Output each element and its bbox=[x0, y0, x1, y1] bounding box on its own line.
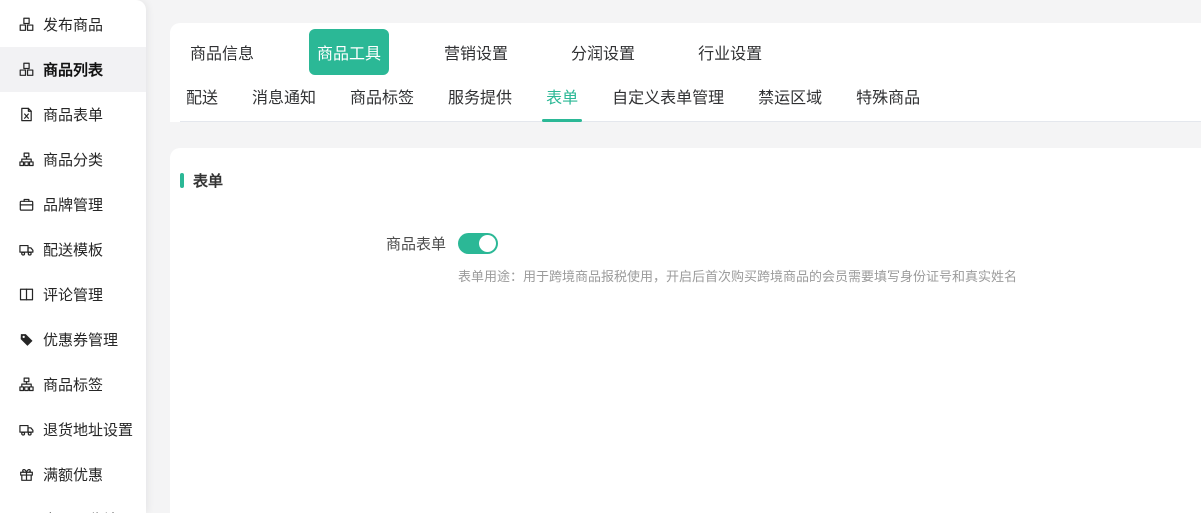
sidebar-item[interactable]: 商品标签 bbox=[0, 362, 146, 407]
sitemap-icon bbox=[18, 152, 34, 168]
sidebar: 发布商品 商品列表 商品表单 商品分类 品牌管理 配送模板 评论管理 bbox=[0, 0, 146, 513]
top-spacer bbox=[146, 0, 1201, 23]
secondary-tab-label: 服务提供 bbox=[448, 90, 512, 107]
primary-tab-label: 商品信息 bbox=[190, 46, 254, 63]
tabs-card: 商品信息 商品工具 营销设置 分润设置 行业设置 配送 消息通知 商品标签 bbox=[170, 23, 1201, 122]
secondary-tab-label: 自定义表单管理 bbox=[612, 90, 724, 107]
sidebar-item[interactable]: 配送模板 bbox=[0, 227, 146, 272]
sidebar-item-label: 商品表单 bbox=[43, 104, 103, 125]
secondary-tab[interactable]: 配送 bbox=[186, 75, 218, 121]
truck-icon bbox=[18, 422, 34, 438]
sidebar-item-label: 配送模板 bbox=[43, 239, 103, 260]
sidebar-item[interactable]: 发布商品 bbox=[0, 2, 146, 47]
cubes-icon bbox=[18, 17, 34, 33]
secondary-tab-label: 消息通知 bbox=[252, 90, 316, 107]
sidebar-item[interactable]: 退货地址设置 bbox=[0, 407, 146, 452]
primary-tab[interactable]: 商品工具 bbox=[309, 29, 389, 75]
sidebar-item-label: 商品标签 bbox=[43, 374, 103, 395]
primary-tab[interactable]: 商品信息 bbox=[182, 29, 262, 75]
secondary-tab-label: 商品标签 bbox=[350, 90, 414, 107]
sidebar-item-label: 品牌管理 bbox=[43, 194, 103, 215]
secondary-tab[interactable]: 自定义表单管理 bbox=[612, 75, 724, 121]
section-title-bar bbox=[180, 173, 184, 188]
primary-tab-label: 分润设置 bbox=[571, 46, 635, 63]
columns-icon bbox=[18, 287, 34, 303]
secondary-tab-label: 特殊商品 bbox=[856, 90, 920, 107]
main-area: 商品信息 商品工具 营销设置 分润设置 行业设置 配送 消息通知 商品标签 bbox=[146, 0, 1201, 513]
sidebar-item-label: 商品分类 bbox=[43, 149, 103, 170]
primary-tab[interactable]: 营销设置 bbox=[436, 29, 516, 75]
secondary-tab-label: 配送 bbox=[186, 90, 218, 107]
secondary-tab-label: 禁运区域 bbox=[758, 90, 822, 107]
file-excel-icon bbox=[18, 107, 34, 123]
truck-icon bbox=[18, 242, 34, 258]
sidebar-item-label: 发布商品 bbox=[43, 14, 103, 35]
sidebar-item-label: 商品列表 bbox=[43, 59, 103, 80]
secondary-tab[interactable]: 消息通知 bbox=[252, 75, 316, 121]
tag-icon bbox=[18, 332, 34, 348]
sidebar-item[interactable]: 商品表单 bbox=[0, 92, 146, 137]
toggle-knob bbox=[479, 235, 496, 252]
sidebar-item[interactable]: 满额优惠 bbox=[0, 452, 146, 497]
gift-icon bbox=[18, 467, 34, 483]
sidebar-item[interactable]: 商品分类 bbox=[0, 137, 146, 182]
secondary-tab[interactable]: 表单 bbox=[546, 75, 578, 121]
primary-tab[interactable]: 分润设置 bbox=[563, 29, 643, 75]
content-card: 表单 商品表单 表单用途：用于跨境商品报税使用，开启后首次购买跨境商品的会员需要… bbox=[170, 148, 1201, 513]
product-form-help: 表单用途：用于跨境商品报税使用，开启后首次购买跨境商品的会员需要填写身份证号和真… bbox=[458, 266, 1201, 285]
cubes-icon bbox=[18, 62, 34, 78]
product-form-row: 商品表单 bbox=[180, 233, 1201, 254]
product-form-label: 商品表单 bbox=[180, 233, 446, 254]
briefcase-icon bbox=[18, 197, 34, 213]
product-form-toggle[interactable] bbox=[458, 233, 498, 254]
sidebar-item[interactable]: 品牌管理 bbox=[0, 182, 146, 227]
primary-tab-label: 商品工具 bbox=[317, 46, 381, 63]
mid-spacer bbox=[146, 122, 1201, 148]
secondary-tabs: 配送 消息通知 商品标签 服务提供 表单 自定义表单管理 禁运区域 特殊商品 bbox=[180, 75, 1201, 122]
sidebar-item-label: 商品回收站 bbox=[43, 509, 118, 513]
sidebar-item[interactable]: 商品回收站 bbox=[0, 497, 146, 513]
section-title-text: 表单 bbox=[193, 170, 223, 191]
primary-tab-label: 行业设置 bbox=[698, 46, 762, 63]
sidebar-menu: 发布商品 商品列表 商品表单 商品分类 品牌管理 配送模板 评论管理 bbox=[0, 2, 146, 513]
sidebar-item-label: 优惠券管理 bbox=[43, 329, 118, 350]
section-title: 表单 bbox=[180, 170, 1201, 191]
sidebar-item[interactable]: 评论管理 bbox=[0, 272, 146, 317]
secondary-tab[interactable]: 禁运区域 bbox=[758, 75, 822, 121]
primary-tabs: 商品信息 商品工具 营销设置 分润设置 行业设置 bbox=[180, 29, 1201, 75]
sidebar-item[interactable]: 优惠券管理 bbox=[0, 317, 146, 362]
sitemap-icon bbox=[18, 377, 34, 393]
sidebar-item-label: 退货地址设置 bbox=[43, 419, 133, 440]
primary-tab[interactable]: 行业设置 bbox=[690, 29, 770, 75]
sidebar-item[interactable]: 商品列表 bbox=[0, 47, 146, 92]
secondary-tab[interactable]: 商品标签 bbox=[350, 75, 414, 121]
secondary-tab-label: 表单 bbox=[546, 90, 578, 107]
sidebar-item-label: 评论管理 bbox=[43, 284, 103, 305]
primary-tab-label: 营销设置 bbox=[444, 46, 508, 63]
secondary-tab[interactable]: 服务提供 bbox=[448, 75, 512, 121]
sidebar-item-label: 满额优惠 bbox=[43, 464, 103, 485]
secondary-tab[interactable]: 特殊商品 bbox=[856, 75, 920, 121]
